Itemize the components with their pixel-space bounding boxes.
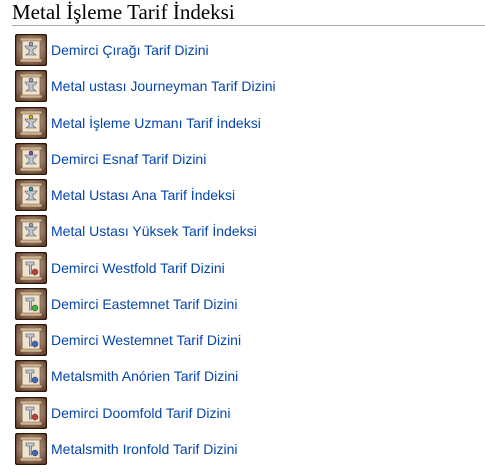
recipe-list-item: Demirci Westfold Tarif Dizini xyxy=(15,251,276,288)
recipe-list-item: Metal Ustası Yüksek Tarif İndeksi xyxy=(15,215,276,251)
scroll-hammer-icon[interactable] xyxy=(15,287,47,320)
recipe-link[interactable]: Metalsmith Anórien Tarif Dizini xyxy=(51,368,238,384)
recipe-list-item: Metal ustası Journeyman Tarif Dizini xyxy=(15,70,276,106)
scroll-hammer-icon[interactable] xyxy=(15,251,47,284)
scroll-anvil-icon[interactable] xyxy=(15,215,47,248)
recipe-link[interactable]: Metal İşleme Uzmanı Tarif İndeksi xyxy=(51,115,261,131)
recipe-list-item: Demirci Doomfold Tarif Dizini xyxy=(15,396,276,433)
scroll-anvil-icon[interactable] xyxy=(15,106,47,139)
recipe-list-item: Metalsmith Ironfold Tarif Dizini xyxy=(15,432,276,469)
recipe-link[interactable]: Metal ustası Journeyman Tarif Dizini xyxy=(51,78,276,94)
recipe-link[interactable]: Demirci Westemnet Tarif Dizini xyxy=(51,332,241,348)
page-title: Metal İşleme Tarif İndeksi xyxy=(12,0,235,24)
recipe-list-item: Demirci Çırağı Tarif Dizini xyxy=(15,34,276,70)
scroll-hammer-icon[interactable] xyxy=(15,360,47,393)
recipe-link[interactable]: Demirci Doomfold Tarif Dizini xyxy=(51,405,230,421)
scroll-anvil-icon[interactable] xyxy=(15,70,47,103)
page-heading: Metal İşleme Tarif İndeksi xyxy=(12,0,485,26)
recipe-link[interactable]: Demirci Eastemnet Tarif Dizini xyxy=(51,296,237,312)
recipe-list: Demirci Çırağı Tarif Dizini Metal ustası… xyxy=(15,34,276,469)
recipe-list-item: Metalsmith Anórien Tarif Dizini xyxy=(15,360,276,396)
scroll-anvil-icon[interactable] xyxy=(15,179,47,212)
recipe-link[interactable]: Metal Ustası Ana Tarif İndeksi xyxy=(51,187,235,203)
scroll-hammer-icon[interactable] xyxy=(15,432,47,465)
scroll-hammer-icon[interactable] xyxy=(15,396,47,429)
recipe-list-item: Metal Ustası Ana Tarif İndeksi xyxy=(15,179,276,215)
recipe-link[interactable]: Metal Ustası Yüksek Tarif İndeksi xyxy=(51,223,257,239)
recipe-link[interactable]: Metalsmith Ironfold Tarif Dizini xyxy=(51,441,237,457)
scroll-anvil-icon[interactable] xyxy=(15,34,47,66)
recipe-link[interactable]: Demirci Esnaf Tarif Dizini xyxy=(51,151,206,167)
scroll-hammer-icon[interactable] xyxy=(15,324,47,357)
recipe-list-item: Metal İşleme Uzmanı Tarif İndeksi xyxy=(15,106,276,143)
recipe-list-item: Demirci Eastemnet Tarif Dizini xyxy=(15,287,276,324)
recipe-link[interactable]: Demirci Westfold Tarif Dizini xyxy=(51,260,225,276)
scroll-anvil-icon[interactable] xyxy=(15,142,47,175)
recipe-list-item: Demirci Esnaf Tarif Dizini xyxy=(15,142,276,179)
recipe-list-item: Demirci Westemnet Tarif Dizini xyxy=(15,324,276,360)
recipe-link[interactable]: Demirci Çırağı Tarif Dizini xyxy=(51,42,209,58)
